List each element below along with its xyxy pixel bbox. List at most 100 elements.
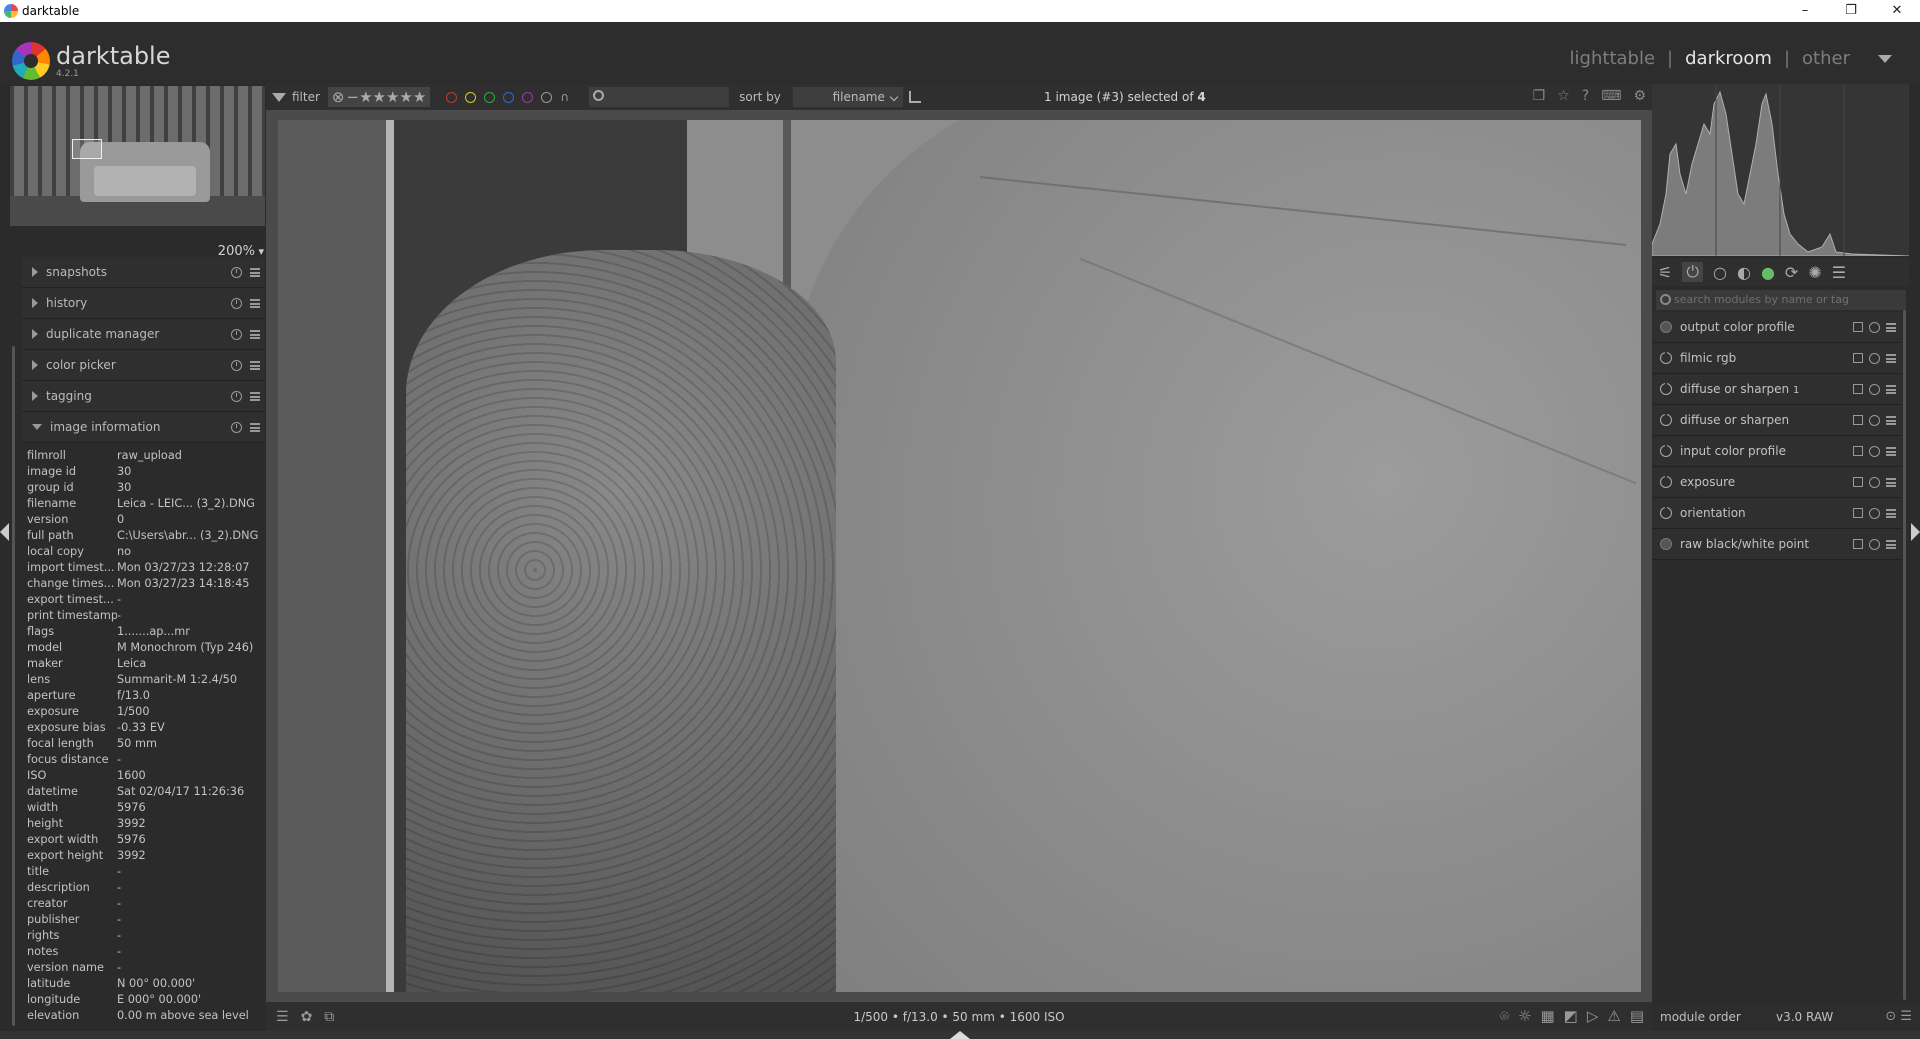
reset-icon[interactable] xyxy=(231,328,242,340)
module-search-input[interactable]: search modules by name or tag xyxy=(1656,290,1906,310)
presets-menu-icon[interactable] xyxy=(1886,477,1896,487)
darkroom-module[interactable]: raw black/white point xyxy=(1652,529,1902,560)
quick-access-panel-icon[interactable]: ⚟ xyxy=(1658,263,1672,282)
right-scrollbar[interactable] xyxy=(1903,310,1906,1000)
power-icon[interactable] xyxy=(1660,382,1672,395)
darkroom-module[interactable]: input color profile xyxy=(1652,436,1902,467)
raw-overexposed-icon[interactable]: ▦ xyxy=(1540,1007,1554,1025)
darkroom-module[interactable]: exposure xyxy=(1652,467,1902,498)
reset-icon[interactable] xyxy=(231,297,242,309)
clipping-icon[interactable]: ◩ xyxy=(1564,1007,1578,1025)
multi-instance-icon[interactable] xyxy=(1853,322,1863,332)
darkroom-module[interactable]: orientation xyxy=(1652,498,1902,529)
gamut-check-icon[interactable]: ⚠ xyxy=(1607,1007,1620,1025)
collapse-right-panel-arrow[interactable] xyxy=(1911,523,1920,541)
darkroom-module[interactable]: output color profile xyxy=(1652,312,1902,343)
focus-peaking-icon[interactable]: ⌾ xyxy=(1500,1007,1509,1025)
power-icon[interactable] xyxy=(1660,444,1672,457)
green-label-icon[interactable] xyxy=(484,91,496,103)
multi-instance-icon[interactable] xyxy=(1853,415,1863,425)
color-group-icon[interactable]: ● xyxy=(1761,263,1775,282)
effect-group-icon[interactable]: ✺ xyxy=(1808,263,1821,282)
and-or-icon[interactable]: ∩ xyxy=(560,90,569,104)
rating-filter[interactable]: ⊗ −★★★★★ xyxy=(327,87,431,107)
reset-icon[interactable] xyxy=(1869,445,1880,457)
chevron-down-icon[interactable] xyxy=(1878,54,1892,63)
power-icon[interactable] xyxy=(1660,321,1672,333)
color-assessment-icon[interactable]: ☼ xyxy=(1518,1007,1531,1025)
yellow-label-icon[interactable] xyxy=(465,91,477,103)
multi-instance-icon[interactable] xyxy=(1853,446,1863,456)
red-label-icon[interactable] xyxy=(446,91,458,103)
star-overlay-icon[interactable]: ☆ xyxy=(1557,88,1570,104)
reset-icon[interactable] xyxy=(1869,321,1880,333)
filter-icon[interactable] xyxy=(272,92,286,102)
minimize-button[interactable]: – xyxy=(1782,0,1828,22)
close-button[interactable]: ✕ xyxy=(1874,0,1920,22)
correct-group-icon[interactable]: ⟳ xyxy=(1785,263,1798,282)
reset-icon[interactable] xyxy=(1869,383,1880,395)
grouping-icon[interactable]: ❐ xyxy=(1533,88,1546,104)
darkroom-module[interactable]: diffuse or sharpen xyxy=(1652,405,1902,436)
blue-label-icon[interactable] xyxy=(503,91,515,103)
histogram[interactable] xyxy=(1652,84,1909,256)
power-icon[interactable] xyxy=(1660,538,1672,550)
reset-icon[interactable] xyxy=(231,390,242,402)
reset-icon[interactable] xyxy=(1869,538,1880,550)
sort-direction-icon[interactable] xyxy=(908,91,921,103)
navigation-thumbnail[interactable] xyxy=(10,86,265,226)
shortcuts-icon[interactable]: ⌨ xyxy=(1601,88,1621,104)
presets-menu-icon[interactable] xyxy=(250,298,260,308)
gear-icon[interactable]: ⚙ xyxy=(1633,88,1646,104)
sort-select[interactable]: filename xyxy=(792,87,903,107)
collapse-bottom-panel-arrow[interactable] xyxy=(950,1031,970,1039)
module-color-picker[interactable]: color picker xyxy=(22,350,264,381)
text-search-input[interactable] xyxy=(589,87,730,107)
presets-menu-icon[interactable]: ☰ xyxy=(1832,263,1846,282)
help-icon[interactable]: ? xyxy=(1582,88,1589,104)
multi-instance-icon[interactable] xyxy=(1853,508,1863,518)
view-other[interactable]: other xyxy=(1802,48,1850,69)
power-icon[interactable] xyxy=(1660,475,1672,488)
presets-menu-icon[interactable] xyxy=(1886,415,1896,425)
multi-instance-icon[interactable] xyxy=(1853,353,1863,363)
reset-icon[interactable] xyxy=(1869,352,1880,364)
presets-menu-icon[interactable] xyxy=(1886,353,1896,363)
presets-menu-icon[interactable] xyxy=(1886,384,1896,394)
gray-label-icon[interactable] xyxy=(541,91,553,103)
softproof-icon[interactable]: ▷ xyxy=(1587,1007,1599,1025)
view-darkroom[interactable]: darkroom xyxy=(1685,48,1772,69)
module-image-information[interactable]: image information xyxy=(22,412,264,443)
module-order-value[interactable]: v3.0 RAW xyxy=(1776,1010,1833,1024)
presets-menu-icon[interactable] xyxy=(250,391,260,401)
tone-group-icon[interactable]: ◐ xyxy=(1737,263,1751,282)
reset-icon[interactable] xyxy=(231,421,242,433)
power-icon[interactable] xyxy=(1660,413,1672,426)
presets-menu-icon[interactable] xyxy=(250,267,260,277)
star-icon[interactable]: −★★★★★ xyxy=(347,88,427,106)
multi-instance-icon[interactable] xyxy=(1853,384,1863,394)
presets-menu-icon[interactable] xyxy=(250,360,260,370)
presets-menu-icon[interactable] xyxy=(250,422,260,432)
left-scrollbar[interactable] xyxy=(12,346,15,1026)
reset-icon[interactable] xyxy=(231,359,242,371)
reset-menu-icon[interactable]: ⊙ ☰ xyxy=(1885,1009,1912,1024)
base-group-icon[interactable]: ○ xyxy=(1713,263,1727,282)
reset-icon[interactable] xyxy=(1869,507,1880,519)
collapse-left-panel-arrow[interactable] xyxy=(0,523,9,541)
restore-button[interactable]: ❐ xyxy=(1828,0,1874,22)
image-canvas[interactable] xyxy=(278,120,1641,992)
power-icon[interactable] xyxy=(1660,506,1672,519)
module-snapshots[interactable]: snapshots xyxy=(22,257,264,288)
module-tagging[interactable]: tagging xyxy=(22,381,264,412)
presets-menu-icon[interactable] xyxy=(1886,539,1896,549)
darkroom-module[interactable]: filmic rgb xyxy=(1652,343,1902,374)
reset-icon[interactable] xyxy=(1869,414,1880,426)
presets-menu-icon[interactable] xyxy=(1886,322,1896,332)
purple-label-icon[interactable] xyxy=(522,91,534,103)
presets-menu-icon[interactable] xyxy=(1886,508,1896,518)
presets-menu-icon[interactable] xyxy=(1886,446,1896,456)
presets-menu-icon[interactable] xyxy=(250,329,260,339)
view-lighttable[interactable]: lighttable xyxy=(1570,48,1655,69)
reset-icon[interactable] xyxy=(231,266,242,278)
